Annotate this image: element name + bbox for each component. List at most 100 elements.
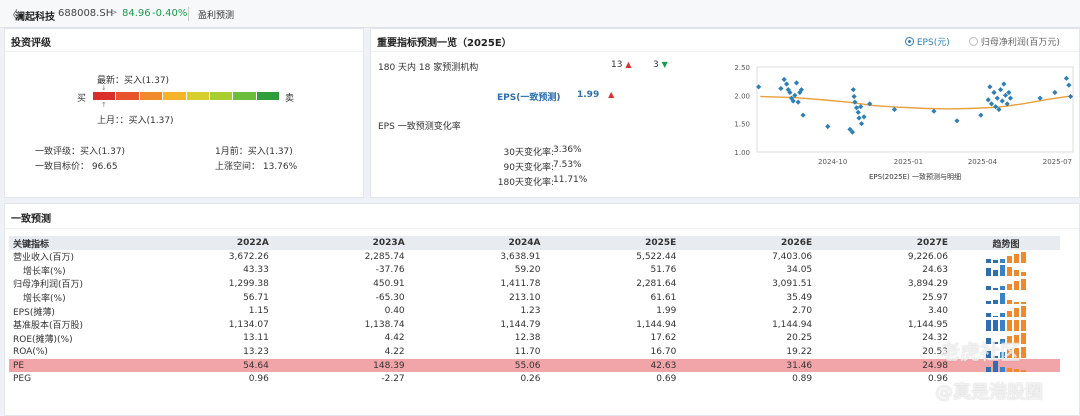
scatter-point (851, 93, 857, 100)
cell-value: 0.89 (792, 374, 813, 385)
cell-value: 20.53 (922, 346, 948, 357)
scatter-point (781, 76, 787, 83)
scatter-point (999, 98, 1005, 104)
radio-eps[interactable]: EPS(元) (905, 35, 950, 48)
scatter-point (1066, 82, 1072, 88)
trend-bar (986, 286, 991, 290)
column-header: 2025E (544, 236, 681, 250)
trend-bar (1014, 254, 1019, 263)
cell-value: 34.05 (786, 265, 813, 276)
table-row: PE 54.64 148.39 55.06 42.63 31.46 24.98 (9, 358, 1060, 373)
divider (5, 51, 363, 52)
trend-bar (1007, 319, 1012, 331)
trend-bar (1021, 302, 1026, 304)
scatter-point (850, 87, 856, 93)
cell-value: 3,638.91 (500, 251, 541, 262)
cell-value: 20.25 (786, 333, 813, 344)
trend-bar (1021, 278, 1026, 290)
cell-value: 24.98 (816, 358, 952, 373)
cell-value: 0.96 (248, 374, 269, 385)
rating-scale-segment (93, 92, 116, 100)
scatter-point (858, 104, 864, 110)
row-label: 基准股本(百万股) (13, 321, 84, 332)
x-tick-label: 2025-04 (968, 158, 998, 166)
latest-marker-icon: ↓ (101, 84, 107, 92)
cell-value: 1,411.78 (500, 278, 541, 289)
row-label: 增长率(%) (23, 266, 66, 277)
buy-label: 买 (77, 94, 87, 104)
cell-value: 1,144.94 (772, 319, 813, 330)
cell-value: 1,134.07 (228, 319, 269, 330)
cell-value: 0.40 (384, 306, 405, 317)
stock-name: 澜起科技 (15, 12, 55, 23)
radio-profit[interactable]: 归母净利润(百万元) (969, 35, 1060, 48)
cell-value: 42.63 (544, 358, 681, 373)
cell-value: 16.70 (650, 346, 677, 357)
radio-eps-label: EPS(元) (916, 38, 950, 48)
scatter-point (978, 112, 984, 118)
cell-value: -37.76 (375, 265, 405, 276)
trend-bar (986, 367, 991, 372)
cell-value: 0.26 (520, 374, 541, 385)
change-rate-value: 3.36% (553, 145, 582, 155)
column-header: 关键指标 (9, 236, 137, 250)
trend-bar (1021, 306, 1026, 318)
trend-bar (1007, 310, 1012, 318)
scatter-point (825, 123, 831, 130)
trend-bar (986, 313, 991, 318)
scatter-point (800, 112, 806, 118)
cell-value: 1.23 (520, 306, 541, 317)
triangle-up-icon: ▲ (608, 90, 615, 99)
cell-value: 31.46 (680, 358, 817, 373)
scatter-point (991, 89, 997, 96)
institution-count: 180 天内 18 家预测机构 (378, 63, 479, 73)
triangle-down-icon: ▼ (661, 60, 668, 69)
x-axis-label: EPS(2025E) 一致预测与明细 (869, 172, 961, 181)
trend-mini-chart (952, 264, 1060, 278)
scatter-point (778, 85, 784, 92)
cell-value: 213.10 (508, 292, 541, 303)
table-row: 基准股本(百万股) 1,134.07 1,138.74 1,144.79 1,144.9… (9, 318, 1060, 332)
cell-value: -65.30 (375, 292, 405, 303)
row-label: ROA(%) (13, 346, 48, 357)
divider (188, 7, 189, 21)
cell-value: 1,144.95 (907, 319, 948, 330)
cell-value: 55.06 (408, 358, 545, 373)
trend-bar (993, 269, 998, 277)
table-row: ROA(%) 13.23 4.22 11.70 16.70 19.22 20.53 (9, 345, 1060, 359)
table-row: 归母净利润(百万) 1,299.38 450.91 1,411.78 2,281.64 3… (9, 277, 1060, 291)
trend-bar (1014, 270, 1019, 277)
change-rate-label: 180天变化率: (497, 178, 554, 188)
rating-scale (93, 92, 279, 100)
cell-value: 25.97 (922, 292, 948, 303)
cell-value: 12.38 (514, 333, 541, 344)
trend-bar (986, 319, 991, 331)
tab-earnings-forecast[interactable]: 盈利预测 (198, 8, 234, 21)
prev-marker-icon: ↑ (101, 101, 107, 109)
trend-bar (1007, 256, 1012, 263)
scatter-point (1001, 81, 1007, 87)
cell-value: 3,894.29 (907, 278, 948, 289)
trend-bar (1021, 271, 1026, 277)
trend-bar (1021, 369, 1026, 372)
cell-value: 1,144.79 (500, 319, 541, 330)
consensus-line (760, 95, 1072, 110)
upside: 上涨空间： 13.76% (215, 162, 298, 172)
scatter-point (793, 80, 800, 86)
forecast-title: 一致预测 (11, 214, 51, 225)
trend-bar (1000, 286, 1005, 290)
scatter-point (931, 108, 937, 114)
indicators-panel: 重要指标预测一览（2025E） EPS(元) 归母净利润(百万元) 180 天内… (370, 28, 1080, 198)
stock-change: -0.40% (152, 8, 188, 19)
cell-value: 5,522.44 (636, 251, 677, 262)
rating-scale-segment (186, 92, 209, 100)
scatter-point (784, 81, 790, 87)
chevron-right-icon: > (110, 8, 118, 18)
column-header: 2027E (816, 236, 952, 250)
eps-value-text: 1.99 (577, 90, 600, 100)
cell-value: 51.76 (650, 265, 677, 276)
sell-label: 卖 (285, 94, 295, 104)
cell-value: 43.33 (243, 265, 269, 276)
trend-bar (993, 260, 998, 263)
cell-value: 2,281.64 (636, 278, 677, 289)
